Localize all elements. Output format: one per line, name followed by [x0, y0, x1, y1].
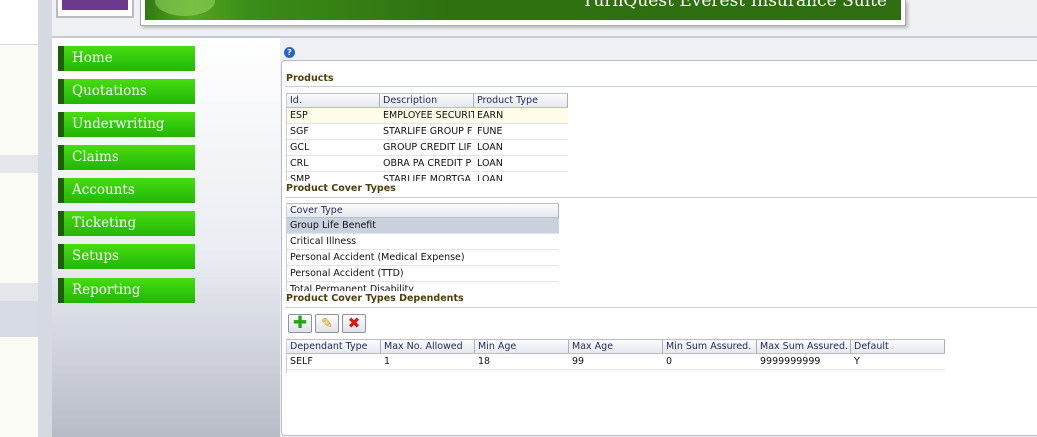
cell-product-type: LOAN [477, 142, 503, 153]
column-header-dependant-type[interactable]: Dependant Type [287, 340, 381, 353]
products-table-header: Id. Description Product Type [287, 93, 568, 108]
table-row[interactable]: SMP STARLIFE MORTGA LOAN [287, 172, 568, 181]
cell-id: GCL [290, 142, 310, 153]
cell-description: OBRA PA CREDIT P [383, 158, 472, 169]
delete-button[interactable]: ✖ [342, 314, 366, 333]
column-header-id[interactable]: Id. [287, 94, 380, 107]
cell-id: SMP [290, 174, 310, 181]
cell-dependant-type: SELF [290, 356, 313, 367]
left-panel-band [0, 45, 38, 155]
cell-max-age: 99 [572, 356, 585, 367]
pencil-icon: ✎ [321, 315, 333, 332]
table-row[interactable]: Critical Illness [287, 234, 559, 250]
cell-max-no-allowed: 1 [384, 356, 391, 367]
cell-id: SGF [290, 126, 309, 137]
cell-cover-type: Critical Illness [290, 236, 357, 247]
left-gutter [38, 0, 52, 437]
column-header-min-age[interactable]: Min Age [475, 340, 569, 353]
column-header-description[interactable]: Description [380, 94, 474, 107]
left-panel-band [0, 301, 38, 337]
products-table: Id. Description Product Type ESP EMPLOYE… [286, 93, 568, 181]
cover-types-table: Cover Type Group Life Benefit Critical I… [286, 203, 559, 291]
cover-types-table-header: Cover Type [287, 203, 559, 218]
cell-description: STARLIFE MORTGA [383, 174, 472, 181]
cell-description: STARLIFE GROUP F [383, 126, 473, 137]
banner-swirl [155, 0, 215, 16]
table-row[interactable]: Personal Accident (Medical Expense) [287, 250, 559, 266]
logo-frame [56, 0, 134, 18]
cell-product-type: EARN [477, 110, 504, 121]
plus-icon: ✚ [292, 313, 308, 333]
cell-cover-type: Group Life Benefit [290, 220, 377, 231]
products-title: Products [286, 73, 334, 84]
column-header-default[interactable]: Default [851, 340, 945, 353]
cell-min-age: 18 [478, 356, 491, 367]
column-header-max-sum-assured[interactable]: Max Sum Assured. [757, 340, 851, 353]
cell-description: GROUP CREDIT LIF [383, 142, 472, 153]
nav-accounts[interactable]: Accounts [58, 178, 195, 203]
cell-id: CRL [290, 158, 309, 169]
left-panel-band [0, 337, 38, 437]
company-logo [62, 0, 128, 10]
cell-product-type: LOAN [477, 174, 503, 181]
nav-claims[interactable]: Claims [58, 145, 195, 170]
x-icon: ✖ [347, 314, 361, 332]
help-icon[interactable]: ? [284, 47, 295, 58]
column-header-max-age[interactable]: Max Age [569, 340, 663, 353]
table-row[interactable]: Total Permanent Disability [287, 282, 559, 291]
left-panel-band [0, 283, 38, 301]
add-button[interactable]: ✚ [288, 314, 312, 333]
nav-reporting[interactable]: Reporting [58, 278, 195, 303]
cell-description: EMPLOYEE SECURITY [383, 110, 474, 121]
column-header-product-type[interactable]: Product Type [474, 94, 568, 107]
table-row[interactable]: CRL OBRA PA CREDIT P LOAN [287, 156, 568, 172]
table-row[interactable]: ESP EMPLOYEE SECURITY EARN [287, 108, 568, 124]
left-panel-band [0, 0, 38, 45]
cell-default: Y [854, 356, 860, 367]
banner-title: TurnQuest Everest Insurance Suite [582, 0, 887, 11]
column-header-min-sum-assured[interactable]: Min Sum Assured. [663, 340, 757, 353]
cell-cover-type: Total Permanent Disability [290, 284, 414, 291]
left-panel [0, 0, 38, 437]
header-divider [52, 36, 1037, 38]
cell-product-type: FUNE [477, 126, 503, 137]
banner-background: TurnQuest Everest Insurance Suite [145, 0, 901, 20]
nav-quotations[interactable]: Quotations [58, 79, 195, 104]
nav-setups[interactable]: Setups [58, 244, 195, 269]
left-panel-band [0, 155, 38, 173]
table-row[interactable]: SELF 1 18 99 0 9999999999 Y [287, 354, 945, 370]
table-row[interactable]: GCL GROUP CREDIT LIF LOAN [287, 140, 568, 156]
header-banner: TurnQuest Everest Insurance Suite [140, 0, 906, 26]
table-row[interactable]: Group Life Benefit [287, 218, 559, 234]
dependents-title: Product Cover Types Dependents [286, 293, 464, 304]
table-row[interactable]: Personal Accident (TTD) [287, 266, 559, 282]
nav-home[interactable]: Home [58, 46, 195, 71]
dependents-table-header: Dependant Type Max No. Allowed Min Age M… [287, 339, 945, 354]
cell-id: ESP [290, 110, 308, 121]
left-panel-band [0, 173, 38, 283]
cell-cover-type: Personal Accident (TTD) [290, 268, 404, 279]
cell-max-sum-assured: 9999999999 [760, 356, 821, 367]
cell-cover-type: Personal Accident (Medical Expense) [290, 252, 465, 263]
table-row[interactable]: SGF STARLIFE GROUP F FUNE [287, 124, 568, 140]
nav-ticketing[interactable]: Ticketing [58, 211, 195, 236]
cell-min-sum-assured: 0 [666, 356, 673, 367]
nav-underwriting[interactable]: Underwriting [58, 112, 195, 137]
cell-product-type: LOAN [477, 158, 503, 169]
edit-button[interactable]: ✎ [315, 314, 339, 333]
column-header-max-no-allowed[interactable]: Max No. Allowed [381, 340, 475, 353]
column-header-cover-type[interactable]: Cover Type [287, 204, 559, 217]
dependents-divider [285, 307, 1037, 308]
products-divider [285, 86, 1037, 87]
dependents-table: Dependant Type Max No. Allowed Min Age M… [286, 339, 945, 373]
dependents-toolbar: ✚ ✎ ✖ [288, 314, 366, 334]
cover-types-divider [285, 197, 1037, 198]
cover-types-title: Product Cover Types [286, 183, 396, 194]
